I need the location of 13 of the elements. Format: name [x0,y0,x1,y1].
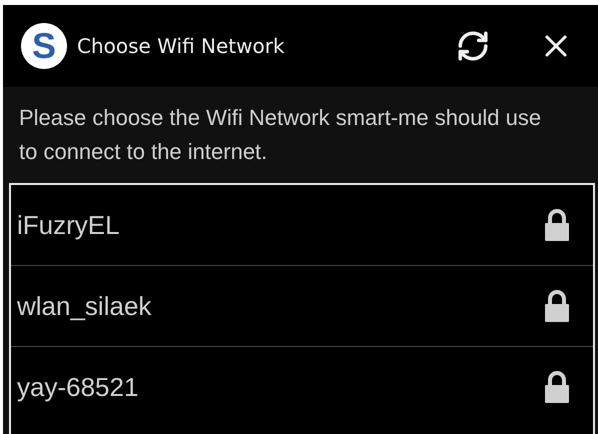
app-logo: S [21,23,67,69]
network-item[interactable]: wlan_silaek [11,265,593,346]
description-text: Please choose the Wifi Network smart-me should use to connect to the internet. [18,104,542,166]
dialog-title: Choose Wifi Network [77,34,286,58]
network-name: iFuzryEL [17,210,120,240]
network-name: wlan_silaek [17,290,152,322]
refresh-icon [456,29,490,63]
network-item[interactable]: iFuzryEL [11,185,593,265]
lock-icon [543,371,571,403]
lock-icon [543,209,571,241]
network-name: yay-68521 [17,372,138,402]
network-item[interactable]: yay-68521 [11,346,593,427]
lock-icon [543,290,571,322]
